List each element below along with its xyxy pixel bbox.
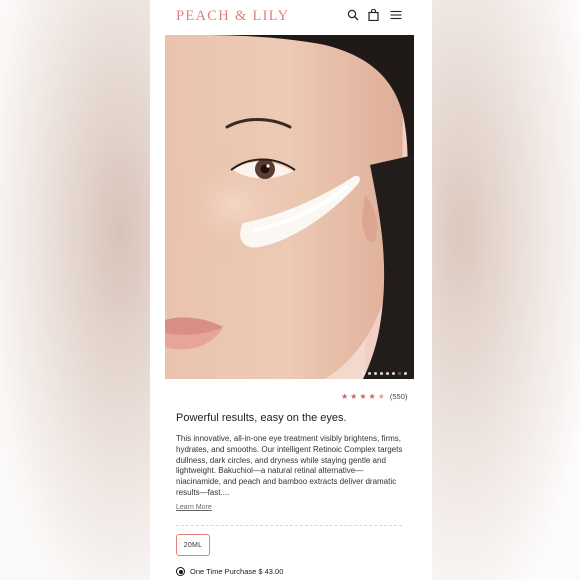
- brand-logo[interactable]: PEACH & LILY: [176, 8, 289, 25]
- menu-icon[interactable]: [390, 9, 404, 23]
- product-description: This innovative, all-in-one eye treatmen…: [176, 434, 403, 497]
- one-time-purchase-option[interactable]: One Time Purchase $ 43.00: [176, 567, 283, 576]
- gallery-dot[interactable]: [362, 372, 365, 375]
- half-star-icon: ★: [377, 391, 385, 401]
- mobile-page: PEACH & LILY ★ ★ ★ ★ ★ (550) Powerful re…: [150, 0, 432, 580]
- background-blur-left: [0, 0, 150, 580]
- product-rating[interactable]: ★ ★ ★ ★ ★ (550): [341, 392, 407, 401]
- star-icon: ★: [350, 391, 358, 401]
- gallery-dot[interactable]: [380, 372, 383, 375]
- background-blur-right: [432, 0, 580, 580]
- product-headline: Powerful results, easy on the eyes.: [176, 412, 347, 424]
- bag-icon[interactable]: [368, 9, 382, 23]
- review-count[interactable]: (550): [390, 392, 408, 401]
- purchase-option-label: One Time Purchase $ 43.00: [190, 567, 284, 576]
- learn-more-link[interactable]: Learn More: [176, 504, 212, 511]
- gallery-dot[interactable]: [386, 372, 389, 375]
- star-icon: ★: [359, 391, 367, 401]
- gallery-pagination: [362, 372, 407, 375]
- model-face-illustration: [165, 35, 414, 379]
- gallery-dot[interactable]: [374, 372, 377, 375]
- section-divider: [176, 525, 402, 526]
- gallery-dot-active[interactable]: [398, 372, 401, 375]
- star-icon: ★: [368, 391, 376, 401]
- star-icon: ★: [341, 391, 349, 401]
- site-header: PEACH & LILY: [150, 0, 432, 34]
- gallery-dot[interactable]: [392, 372, 395, 375]
- search-icon[interactable]: [347, 9, 361, 23]
- gallery-dot[interactable]: [368, 372, 371, 375]
- product-hero-image[interactable]: [165, 35, 414, 379]
- size-option-button[interactable]: 20ML: [176, 534, 210, 556]
- radio-selected-icon[interactable]: [176, 567, 185, 576]
- gallery-dot[interactable]: [404, 372, 407, 375]
